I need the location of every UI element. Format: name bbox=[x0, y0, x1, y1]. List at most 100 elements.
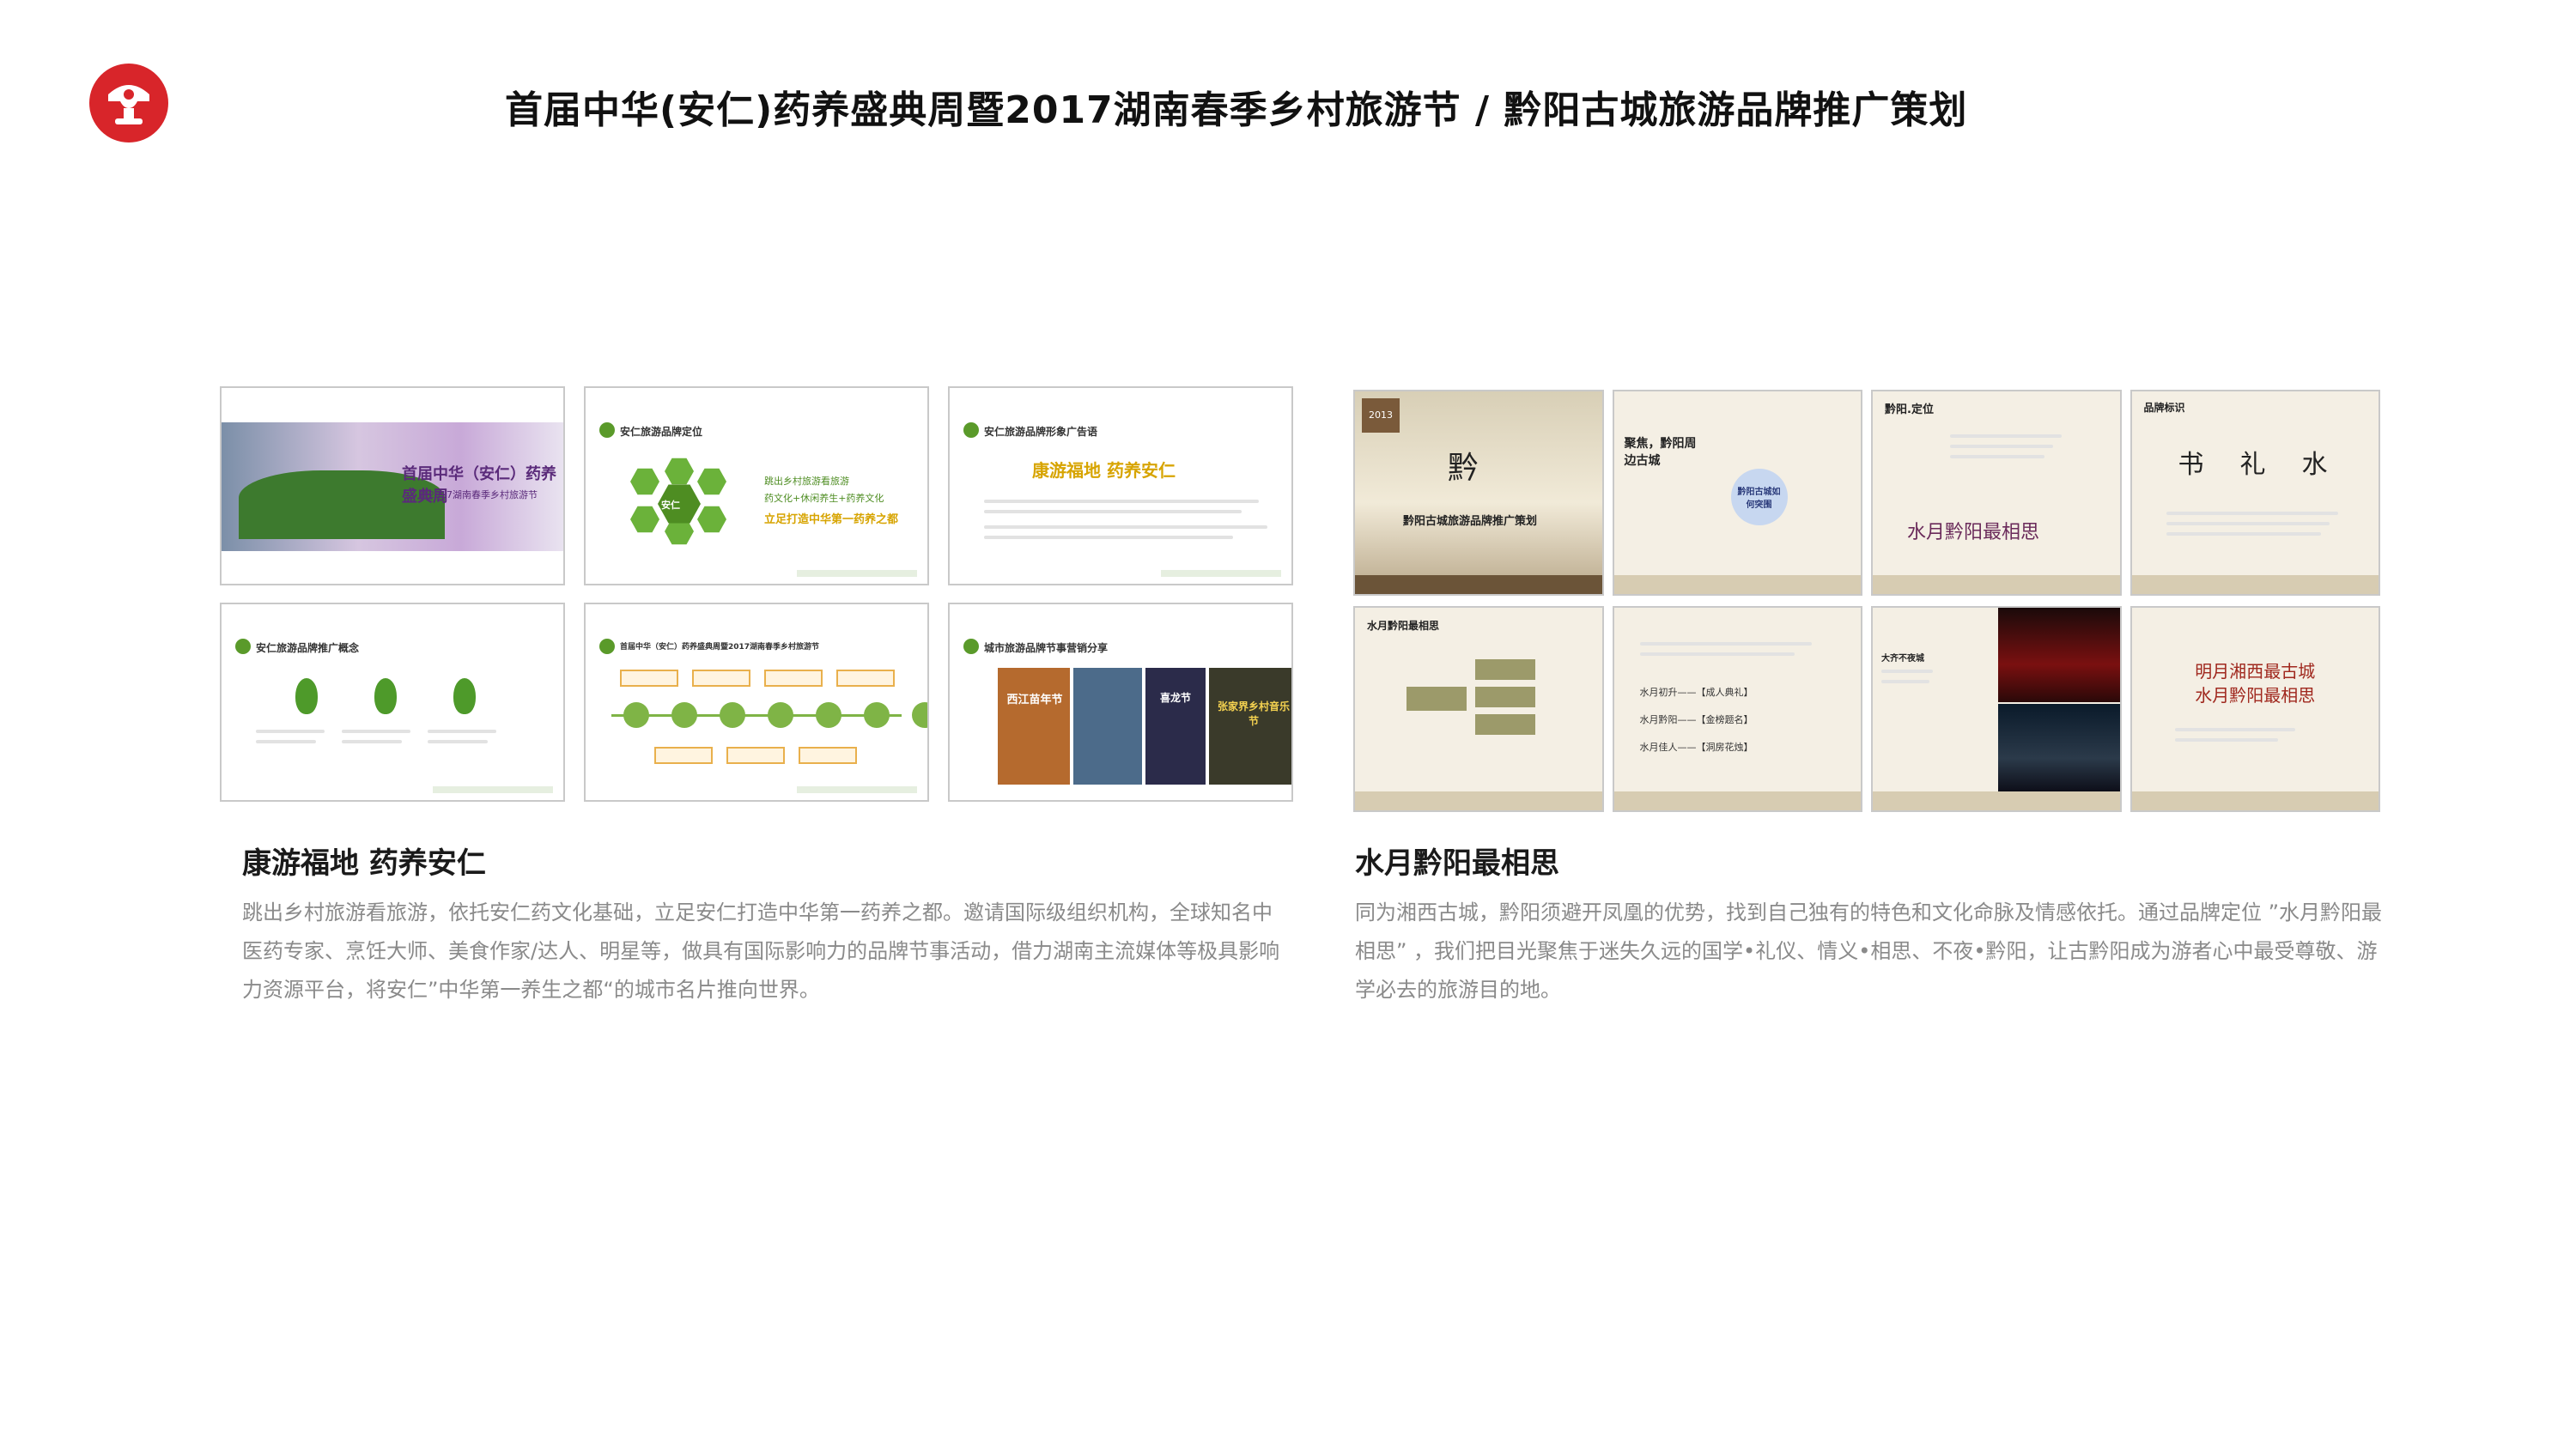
event-box bbox=[620, 670, 678, 687]
thumbnail-case-slide[interactable]: 城市旅游品牌节事营销分享 西江苗年节 喜龙节 张家界乡村音乐节 bbox=[948, 603, 1293, 802]
event-box bbox=[764, 670, 823, 687]
text-line bbox=[1639, 642, 1812, 646]
text-line bbox=[1950, 455, 2044, 458]
slide-title: 城市旅游品牌节事营销分享 bbox=[984, 642, 1109, 654]
thumbnail-positioning-slide[interactable]: 安仁旅游品牌定位 安仁 跳出乡村旅游看旅游 药文化+休闲养生+药养文化 立足打造… bbox=[584, 386, 929, 585]
slide-title: 大齐不夜城 bbox=[1881, 654, 1924, 664]
text-line bbox=[2174, 738, 2278, 742]
flow-box bbox=[1475, 714, 1535, 735]
calligraphy-text: 黔 bbox=[1448, 451, 1479, 486]
text-line bbox=[428, 730, 496, 733]
text-line bbox=[256, 740, 316, 743]
hexagon-icon bbox=[697, 506, 726, 533]
thumbnail-slogan-slide[interactable]: 安仁旅游品牌形象广告语 康游福地 药养安仁 bbox=[948, 386, 1293, 585]
timeline-dot bbox=[720, 702, 745, 728]
text-line bbox=[2166, 532, 2321, 536]
leaf-icon bbox=[599, 639, 615, 654]
slide-band bbox=[1355, 791, 1602, 810]
text-line bbox=[428, 740, 488, 743]
thumbnail-event-slide[interactable]: 首届中华（安仁）药养盛典周暨2017湖南春季乡村旅游节 bbox=[584, 603, 929, 802]
text-line bbox=[1881, 680, 1929, 683]
slide-band bbox=[2131, 575, 2379, 594]
text-line bbox=[984, 510, 1242, 513]
leaf-icon bbox=[963, 639, 979, 654]
photo-label: 西江苗年节 bbox=[1006, 694, 1063, 706]
event-photo bbox=[998, 668, 1070, 785]
thumbnail-concept-slide[interactable]: 安仁旅游品牌推广概念 bbox=[220, 603, 565, 802]
thumbnail-cover-slide[interactable]: 首届中华（安仁）药养盛典周 暨2017湖南春季乡村旅游节 bbox=[220, 386, 565, 585]
thumbnail-focus-slide[interactable]: 聚焦，黔阳周边古城 黔阳古城如何突围 bbox=[1612, 390, 1862, 596]
event-box bbox=[726, 747, 785, 764]
thumbnail-ritual-slide[interactable]: 水月初升——【成人典礼】 水月黔阳——【金榜题名】 水月佳人——【洞房花烛】 bbox=[1612, 606, 1862, 812]
timeline-dot bbox=[768, 702, 793, 728]
slide-footer bbox=[797, 786, 917, 793]
slide-band bbox=[1613, 575, 1861, 594]
text-line bbox=[984, 536, 1233, 539]
text-line bbox=[2166, 512, 2338, 515]
photo-label: 张家界乡村音乐节 bbox=[1217, 700, 1290, 727]
right-thumbnail-grid: 2013 黔 黔阳古城旅游品牌推广策划 聚焦，黔阳周边古城 黔阳古城如何突围 黔… bbox=[1353, 390, 2380, 812]
timeline-dot bbox=[816, 702, 841, 728]
thumbnail-identity-slide[interactable]: 品牌标识 书 礼 水 bbox=[2129, 390, 2380, 596]
year-badge: 2013 bbox=[1362, 398, 1400, 433]
right-project-description: 同为湘西古城，黔阳须避开凤凰的优势，找到自己独有的特色和文化命脉及情感依托。通过… bbox=[1355, 900, 2383, 1002]
left-thumbnail-grid: 首届中华（安仁）药养盛典周 暨2017湖南春季乡村旅游节 安仁旅游品牌定位 安仁… bbox=[220, 386, 1293, 802]
slide-footer bbox=[797, 570, 917, 577]
night-photo bbox=[1998, 608, 2120, 702]
hexagon-icon bbox=[630, 468, 659, 495]
slogan-line-1: 明月湘西最古城 bbox=[2195, 661, 2316, 682]
text-line bbox=[342, 730, 410, 733]
timeline-dot bbox=[864, 702, 890, 728]
flow-box bbox=[1475, 687, 1535, 707]
slide-band bbox=[1873, 575, 2120, 594]
positioning-line-2: 药文化+休闲养生+药养文化 bbox=[764, 493, 884, 504]
text-line bbox=[342, 740, 402, 743]
slide-title: 首届中华（安仁）药养盛典周暨2017湖南春季乡村旅游节 bbox=[620, 643, 820, 652]
event-box bbox=[836, 670, 895, 687]
text-line bbox=[984, 500, 1259, 503]
thumbnail-slogan-slide[interactable]: 明月湘西最古城 水月黔阳最相思 bbox=[2129, 606, 2380, 812]
photo-label: 喜龙节 bbox=[1159, 692, 1191, 704]
event-box bbox=[692, 670, 750, 687]
flow-box bbox=[1406, 687, 1467, 711]
slide-band bbox=[1873, 791, 2120, 810]
hexagon-icon bbox=[697, 468, 726, 495]
thumbnail-cover-slide[interactable]: 2013 黔 黔阳古城旅游品牌推广策划 bbox=[1353, 390, 1604, 596]
slide-footer bbox=[1161, 570, 1281, 577]
event-photo bbox=[1145, 668, 1206, 785]
slide-band bbox=[1355, 575, 1602, 594]
timeline-dot bbox=[912, 702, 927, 728]
ritual-item: 水月初升——【成人典礼】 bbox=[1639, 687, 1753, 698]
leaf-icon bbox=[599, 422, 615, 438]
text-line bbox=[2166, 522, 2330, 525]
text-line bbox=[1950, 434, 2062, 438]
slide-footer bbox=[433, 786, 553, 793]
gourd-icon bbox=[374, 678, 397, 714]
timeline-dot bbox=[623, 702, 649, 728]
thumbnail-nightcity-slide[interactable]: 大齐不夜城 bbox=[1871, 606, 2122, 812]
ritual-item: 水月佳人——【洞房花烛】 bbox=[1639, 742, 1753, 753]
night-photo bbox=[1998, 704, 2120, 795]
slogan-text: 康游福地 药养安仁 bbox=[1032, 460, 1176, 481]
thumbnail-flow-slide[interactable]: 水月黔阳最相思 bbox=[1353, 606, 1604, 812]
positioning-line-1: 跳出乡村旅游看旅游 bbox=[764, 476, 849, 487]
slide-title: 安仁旅游品牌形象广告语 bbox=[984, 426, 1098, 438]
text-line bbox=[2174, 728, 2295, 731]
cover-subtitle: 暨2017湖南春季乡村旅游节 bbox=[419, 489, 538, 500]
gourd-icon bbox=[295, 678, 318, 714]
positioning-tagline: 立足打造中华第一药养之都 bbox=[764, 513, 899, 526]
slide-title: 聚焦，黔阳周边古城 bbox=[1624, 437, 1697, 468]
text-line bbox=[1639, 652, 1795, 656]
hexagon-icon bbox=[665, 458, 694, 485]
right-project-section: 水月黔阳最相思 同为湘西古城，黔阳须避开凤凰的优势，找到自己独有的特色和文化命脉… bbox=[1355, 840, 2385, 1009]
flow-box bbox=[1475, 659, 1535, 680]
slide-title: 品牌标识 bbox=[2143, 402, 2185, 414]
page-title: 首届中华(安仁)药养盛典周暨2017湖南春季乡村旅游节 / 黔阳古城旅游品牌推广… bbox=[505, 88, 1968, 132]
slide-band bbox=[1613, 791, 1861, 810]
text-line bbox=[1881, 670, 1933, 673]
right-project-heading: 水月黔阳最相思 bbox=[1355, 846, 1559, 881]
gourd-icon bbox=[453, 678, 476, 714]
text-line bbox=[1950, 445, 2053, 448]
thumbnail-positioning-slide[interactable]: 黔阳.定位 水月黔阳最相思 bbox=[1871, 390, 2122, 596]
slide-title: 黔阳.定位 bbox=[1885, 403, 1934, 416]
